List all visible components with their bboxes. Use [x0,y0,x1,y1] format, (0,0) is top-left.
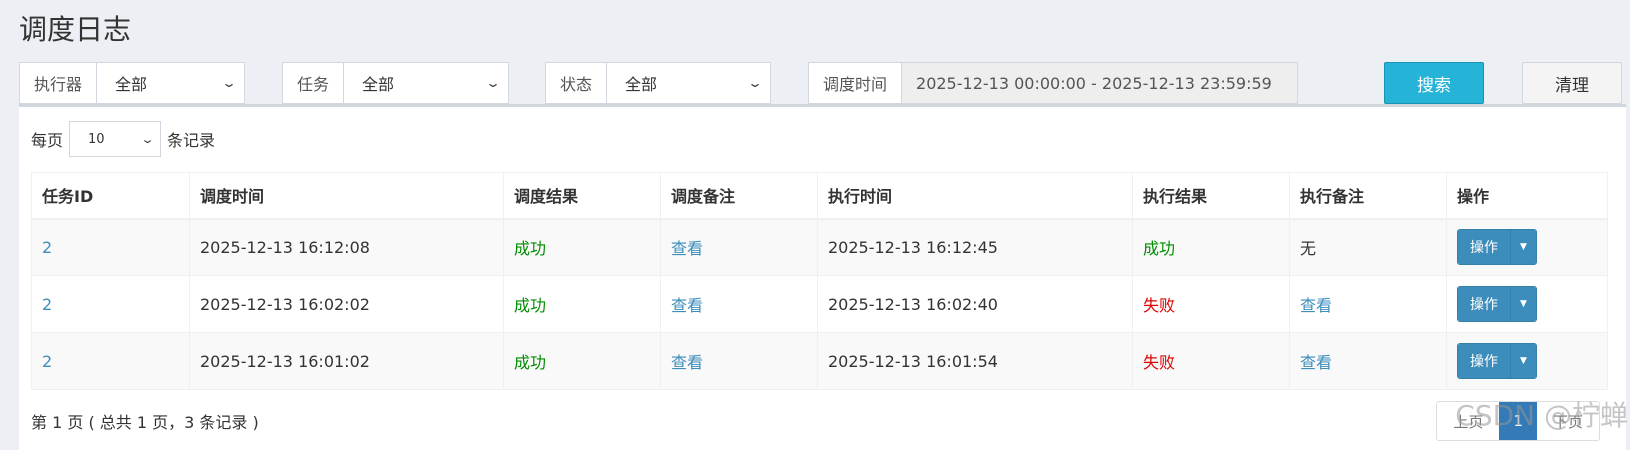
header-trigger-time[interactable]: 调度时间 [189,172,504,220]
header-handle-time[interactable]: 执行时间 [817,172,1133,220]
caret-down-icon[interactable]: ▼ [1510,344,1536,378]
time-filter-label: 调度时间 [809,63,903,103]
executor-filter[interactable]: 执行器 全部 ⌄ [19,62,245,104]
executor-filter-label: 执行器 [20,63,98,103]
status-filter-label: 状态 [546,63,608,103]
trigger-time-cell: 2025-12-13 16:02:02 [189,275,504,333]
handle-result-cell: 成功 [1132,218,1290,276]
page-size-control: 每页 10 ⌄ 条记录 [31,121,215,157]
status-select[interactable]: 全部 ⌄ [607,63,770,103]
actions-cell: 操作 ▼ [1446,275,1608,333]
chevron-down-icon: ⌄ [484,76,502,90]
job-select-value: 全部 [362,75,395,94]
handle-msg-cell: 无 [1289,218,1447,276]
handle-result-cell: 失败 [1132,275,1290,333]
job-id-link[interactable]: 2 [31,275,190,333]
action-button-group[interactable]: 操作 ▼ [1457,286,1537,322]
trigger-result-cell: 成功 [503,275,661,333]
watermark: CSDN @柠蝉 [1455,399,1628,432]
log-table-box: 每页 10 ⌄ 条记录 任务ID 调度时间 调度结果 调度备注 执行时间 执行结… [19,104,1626,450]
job-select[interactable]: 全部 ⌄ [344,63,508,103]
log-table: 任务ID 调度时间 调度结果 调度备注 执行时间 执行结果 执行备注 操作 2 … [31,172,1608,390]
pagination-info: 第 1 页 ( 总共 1 页，3 条记录 ) [31,413,259,432]
executor-select[interactable]: 全部 ⌄ [97,63,244,103]
job-id-link[interactable]: 2 [31,218,190,276]
page-size-prefix: 每页 [31,131,64,150]
header-trigger-msg[interactable]: 调度备注 [660,172,818,220]
header-trigger-result[interactable]: 调度结果 [503,172,661,220]
header-job-id[interactable]: 任务ID [31,172,190,220]
trigger-msg-link[interactable]: 查看 [660,218,818,276]
header-actions: 操作 [1446,172,1608,220]
page-title: 调度日志 [19,13,132,46]
page-size-select[interactable]: 10 ⌄ [69,121,162,157]
status-filter[interactable]: 状态 全部 ⌄ [545,62,771,104]
status-select-value: 全部 [625,75,658,94]
trigger-result-cell: 成功 [503,332,661,390]
header-handle-result[interactable]: 执行结果 [1132,172,1290,220]
action-button[interactable]: 操作 [1458,230,1510,265]
time-filter[interactable]: 调度时间 2025-12-13 00:00:00 - 2025-12-13 23… [808,62,1298,104]
time-range-input[interactable]: 2025-12-13 00:00:00 - 2025-12-13 23:59:5… [902,63,1297,103]
page-size-value: 10 [88,131,105,147]
trigger-time-cell: 2025-12-13 16:01:02 [189,332,504,390]
job-id-link[interactable]: 2 [31,332,190,390]
action-button-group[interactable]: 操作 ▼ [1457,229,1537,266]
job-filter[interactable]: 任务 全部 ⌄ [282,62,509,104]
action-button[interactable]: 操作 [1458,287,1510,321]
handle-time-cell: 2025-12-13 16:02:40 [817,275,1133,333]
table-header-row: 任务ID 调度时间 调度结果 调度备注 执行时间 执行结果 执行备注 操作 [31,172,1608,220]
table-row: 2 2025-12-13 16:02:02 成功 查看 2025-12-13 1… [31,275,1608,333]
table-row: 2 2025-12-13 16:01:02 成功 查看 2025-12-13 1… [31,332,1608,390]
chevron-down-icon: ⌄ [140,132,155,146]
actions-cell: 操作 ▼ [1446,218,1608,276]
search-button[interactable]: 搜索 [1384,62,1484,104]
actions-cell: 操作 ▼ [1446,332,1608,390]
handle-time-cell: 2025-12-13 16:12:45 [817,218,1133,276]
handle-msg-link[interactable]: 查看 [1289,332,1447,390]
clear-button[interactable]: 清理 [1522,62,1622,104]
trigger-time-cell: 2025-12-13 16:12:08 [189,218,504,276]
caret-down-icon[interactable]: ▼ [1510,287,1536,321]
chevron-down-icon: ⌄ [746,76,764,90]
trigger-msg-link[interactable]: 查看 [660,332,818,390]
handle-result-cell: 失败 [1132,332,1290,390]
trigger-result-cell: 成功 [503,218,661,276]
trigger-msg-link[interactable]: 查看 [660,275,818,333]
page-size-suffix: 条记录 [167,131,216,150]
action-button[interactable]: 操作 [1458,344,1510,378]
chevron-down-icon: ⌄ [220,76,238,90]
executor-select-value: 全部 [115,75,148,94]
handle-time-cell: 2025-12-13 16:01:54 [817,332,1133,390]
caret-down-icon[interactable]: ▼ [1510,230,1536,265]
job-filter-label: 任务 [283,63,345,103]
table-row: 2 2025-12-13 16:12:08 成功 查看 2025-12-13 1… [31,218,1608,276]
handle-msg-link[interactable]: 查看 [1289,275,1447,333]
header-handle-msg[interactable]: 执行备注 [1289,172,1447,220]
action-button-group[interactable]: 操作 ▼ [1457,343,1537,379]
